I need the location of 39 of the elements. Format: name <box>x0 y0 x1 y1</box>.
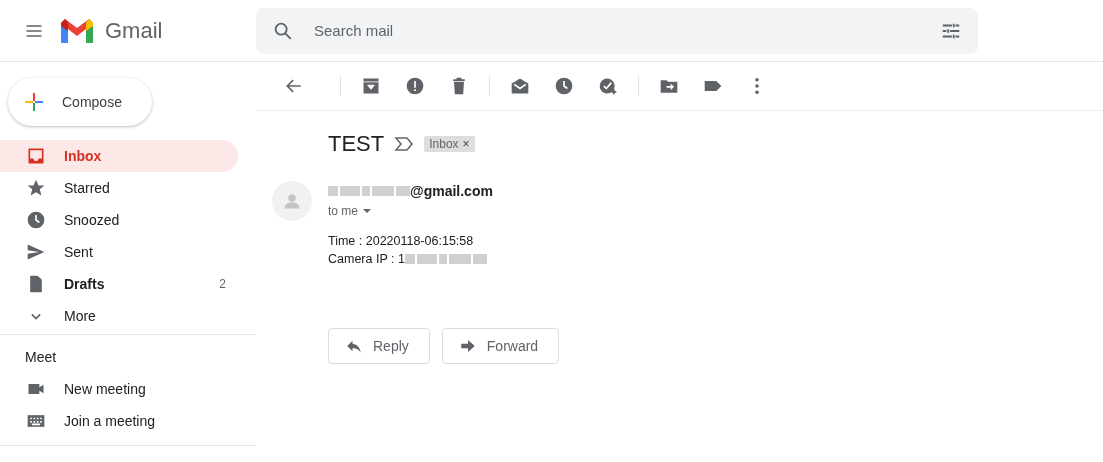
clock-icon <box>554 76 574 96</box>
nav-item[interactable]: Snoozed <box>0 204 238 236</box>
task-check-icon <box>598 76 618 96</box>
body-text: Time : 20220118-06:15:58 <box>328 233 474 250</box>
dropdown-icon[interactable] <box>362 206 372 216</box>
plus-icon <box>22 90 46 114</box>
app-name: Gmail <box>105 17 163 44</box>
inbox-icon <box>26 146 46 166</box>
section-title: Meet <box>24 348 58 367</box>
clock-icon <box>26 210 46 230</box>
unread-count: 2 <box>219 277 226 291</box>
send-icon <box>26 242 46 262</box>
importance-marker-icon[interactable] <box>394 136 415 152</box>
nav-item[interactable]: More <box>0 300 238 332</box>
email-subject: TEST <box>328 131 385 157</box>
star-icon <box>26 178 46 198</box>
envelope-icon <box>510 76 530 96</box>
forward-button[interactable]: Forward <box>441 328 560 364</box>
logo-icon <box>59 16 95 45</box>
person-icon <box>283 192 301 210</box>
sender-address: @gmail.com <box>410 183 493 199</box>
nav-item[interactable]: Join a meeting <box>0 405 238 437</box>
reply-button[interactable]: Reply <box>328 328 430 364</box>
search-field[interactable]: Search mail <box>312 21 940 40</box>
spam-icon <box>405 76 425 96</box>
search-bar[interactable]: Search mail <box>256 7 978 54</box>
compose-button[interactable]: Compose <box>8 78 152 126</box>
nav-item[interactable]: Sent <box>0 236 238 268</box>
archive-icon <box>361 76 381 96</box>
body-text: Camera IP : 1 <box>328 251 405 268</box>
nav-item[interactable]: Inbox <box>0 140 238 172</box>
more-icon <box>755 78 759 94</box>
recipient-text: to me <box>328 204 358 218</box>
nav-item[interactable]: New meeting <box>0 373 238 405</box>
remove-label-button[interactable]: × <box>462 137 470 151</box>
forward-arrow-icon <box>458 337 477 355</box>
nav-item[interactable]: Starred <box>0 172 238 204</box>
label-chip: Inbox × <box>424 136 475 152</box>
nav-item[interactable]: Drafts 2 <box>0 268 238 300</box>
